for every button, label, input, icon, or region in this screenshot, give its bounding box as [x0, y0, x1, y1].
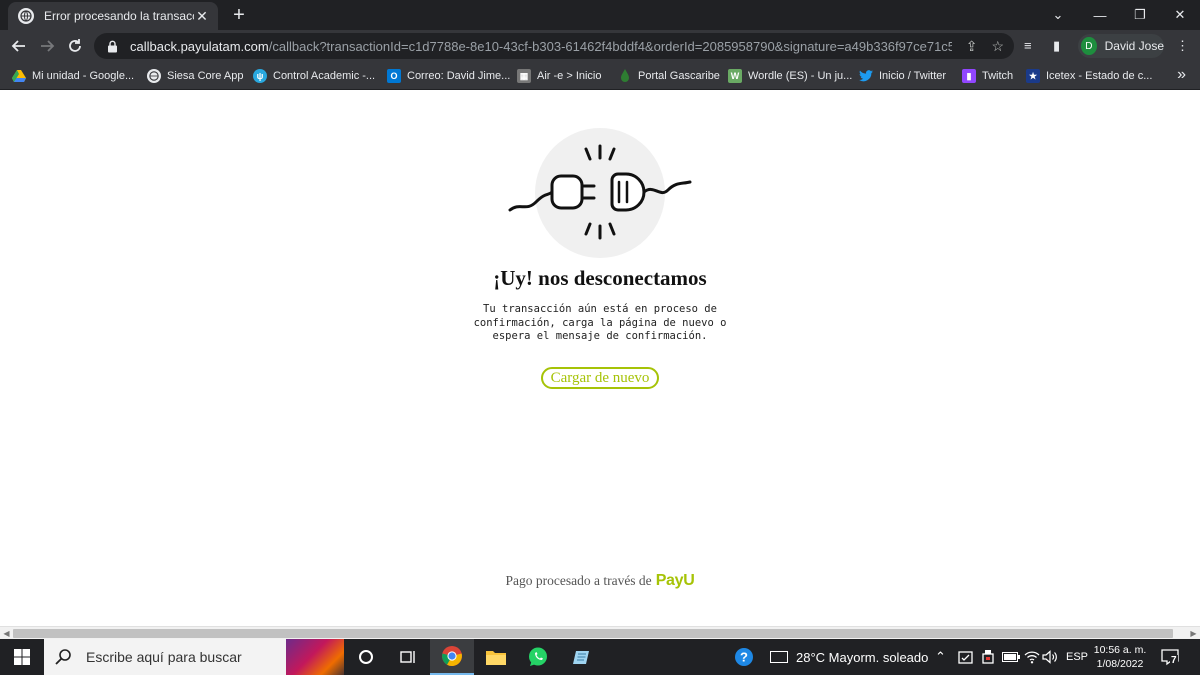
whatsapp-taskbar-app[interactable]: [516, 639, 560, 675]
outlook-icon: O: [387, 69, 401, 83]
new-tab-button[interactable]: +: [228, 4, 250, 26]
usb-device-icon[interactable]: [982, 639, 994, 675]
system-clock[interactable]: 10:56 a. m. 1/08/2022: [1090, 643, 1150, 671]
back-button[interactable]: [7, 34, 31, 58]
reload-icon: [69, 39, 81, 52]
notes-taskbar-app[interactable]: [560, 639, 604, 675]
tab-strip: Error procesando la transacción ✕ + ⌄ — …: [0, 0, 1200, 30]
input-language[interactable]: ESP: [1066, 639, 1088, 675]
avatar: D: [1081, 37, 1097, 55]
notifications-button[interactable]: 7: [1160, 647, 1180, 667]
globe-icon: [147, 69, 161, 83]
tab-close-icon[interactable]: ✕: [194, 8, 210, 25]
cortana-circle-icon: [359, 650, 373, 664]
profile-button[interactable]: D David Jose: [1078, 34, 1164, 58]
browser-menu-icon[interactable]: ⋮: [1176, 38, 1189, 54]
lock-icon[interactable]: [104, 38, 120, 54]
start-button[interactable]: [0, 639, 44, 675]
svg-text:?: ?: [740, 650, 748, 665]
bookmark-star-icon[interactable]: ☆: [991, 38, 1004, 55]
clock-time: 10:56 a. m.: [1093, 644, 1147, 656]
search-highlight-image: [286, 639, 344, 675]
browser-toolbar: callback.payulatam.com/callback?transact…: [0, 30, 1200, 62]
windows-logo-icon: [14, 649, 30, 665]
search-icon: [55, 649, 71, 665]
reload-button[interactable]: [63, 34, 87, 58]
clock-date: 1/08/2022: [1096, 658, 1144, 670]
folder-icon: [486, 651, 506, 665]
bookmark-twitter[interactable]: Inicio / Twitter: [859, 67, 946, 85]
reload-page-button[interactable]: Cargar de nuevo: [541, 367, 659, 389]
bookmarks-bar: Mi unidad - Google... Siesa Core App ψ C…: [0, 62, 1200, 90]
notification-count: 7: [1170, 655, 1178, 666]
error-headline: ¡Uy! nos desconectamos: [493, 266, 707, 290]
control-academic-icon: ψ: [253, 69, 267, 83]
reading-list-icon[interactable]: ≡: [1024, 38, 1032, 53]
volume-icon[interactable]: [1042, 639, 1058, 675]
bookmarks-overflow-icon[interactable]: »: [1177, 66, 1186, 84]
wifi-icon[interactable]: [1024, 639, 1040, 675]
search-placeholder: Escribe aquí para buscar: [86, 649, 242, 665]
disconnected-plug-illustration: [508, 128, 692, 258]
battery-icon[interactable]: [1002, 639, 1020, 675]
chrome-taskbar-app[interactable]: [430, 639, 474, 675]
show-hidden-icons-button[interactable]: ⌃: [935, 639, 946, 675]
chrome-icon: [442, 646, 462, 666]
minimize-window-icon[interactable]: —: [1080, 0, 1120, 30]
bookmark-siesa[interactable]: Siesa Core App: [147, 67, 243, 85]
icetex-icon: ★: [1026, 69, 1040, 83]
windows-taskbar: Escribe aquí para buscar ? 28°C Mayorm. …: [0, 639, 1200, 675]
forward-arrow-icon: [41, 40, 55, 52]
globe-icon: [18, 8, 34, 24]
help-tray-icon[interactable]: ?: [734, 639, 754, 675]
scrollbar-thumb[interactable]: [13, 629, 1173, 638]
bookmark-gascaribe[interactable]: Portal Gascaribe: [618, 67, 720, 85]
file-explorer-taskbar-app[interactable]: [474, 639, 518, 675]
payu-logo: PayU: [655, 572, 695, 589]
horizontal-scrollbar[interactable]: ◀ ▶: [0, 626, 1200, 639]
twitch-icon: ▮: [962, 69, 976, 83]
google-drive-icon: [12, 69, 26, 83]
side-panel-icon[interactable]: ▮: [1053, 38, 1060, 54]
security-tray-icon[interactable]: [958, 639, 974, 675]
back-arrow-icon: [11, 40, 25, 52]
share-icon[interactable]: ⇪: [966, 38, 978, 55]
whatsapp-icon: [529, 647, 547, 666]
task-view-icon: [400, 651, 415, 663]
tab-title: Error procesando la transacción: [44, 9, 194, 23]
restore-window-icon[interactable]: ❐: [1120, 0, 1160, 30]
notepad-icon: [573, 651, 589, 664]
close-window-icon[interactable]: ✕: [1160, 0, 1200, 30]
bookmark-twitch[interactable]: ▮ Twitch: [962, 67, 1013, 85]
news-widget-icon: [770, 651, 788, 663]
bookmark-control-academic[interactable]: ψ Control Academic -...: [253, 67, 375, 85]
weather-text: 28°C Mayorm. soleado: [796, 649, 929, 665]
bookmark-mi-unidad[interactable]: Mi unidad - Google...: [12, 67, 134, 85]
footer-text: Pago procesado a través de: [505, 573, 652, 588]
gascaribe-icon: [618, 69, 632, 83]
air-e-icon: ▦: [517, 69, 531, 83]
bookmark-correo[interactable]: O Correo: David Jime...: [387, 67, 510, 85]
error-message: Tu transacción aún está en proceso de co…: [473, 303, 727, 342]
twitter-icon: [859, 69, 873, 83]
cortana-button[interactable]: [344, 639, 388, 675]
payment-processor-note: Pago procesado a través de PayU: [440, 572, 760, 590]
forward-button[interactable]: [35, 34, 59, 58]
bookmark-icetex[interactable]: ★ Icetex - Estado de c...: [1026, 67, 1152, 85]
page-content: ¡Uy! nos desconectamos Tu transacción aú…: [0, 90, 1200, 626]
bookmark-air-e[interactable]: ▦ Air -e > Inicio: [517, 67, 602, 85]
profile-name: David Jose: [1104, 39, 1164, 53]
browser-tab-active[interactable]: Error procesando la transacción ✕: [8, 2, 218, 30]
task-view-button[interactable]: [386, 639, 430, 675]
tab-search-icon[interactable]: ⌄: [1038, 0, 1078, 30]
taskbar-search-box[interactable]: Escribe aquí para buscar: [44, 639, 344, 675]
address-bar[interactable]: callback.payulatam.com/callback?transact…: [94, 33, 1014, 59]
bookmark-wordle[interactable]: W Wordle (ES) - Un ju...: [728, 67, 852, 85]
url-text[interactable]: callback.payulatam.com/callback?transact…: [130, 39, 952, 54]
weather-widget[interactable]: 28°C Mayorm. soleado: [770, 639, 928, 675]
wordle-icon: W: [728, 69, 742, 83]
